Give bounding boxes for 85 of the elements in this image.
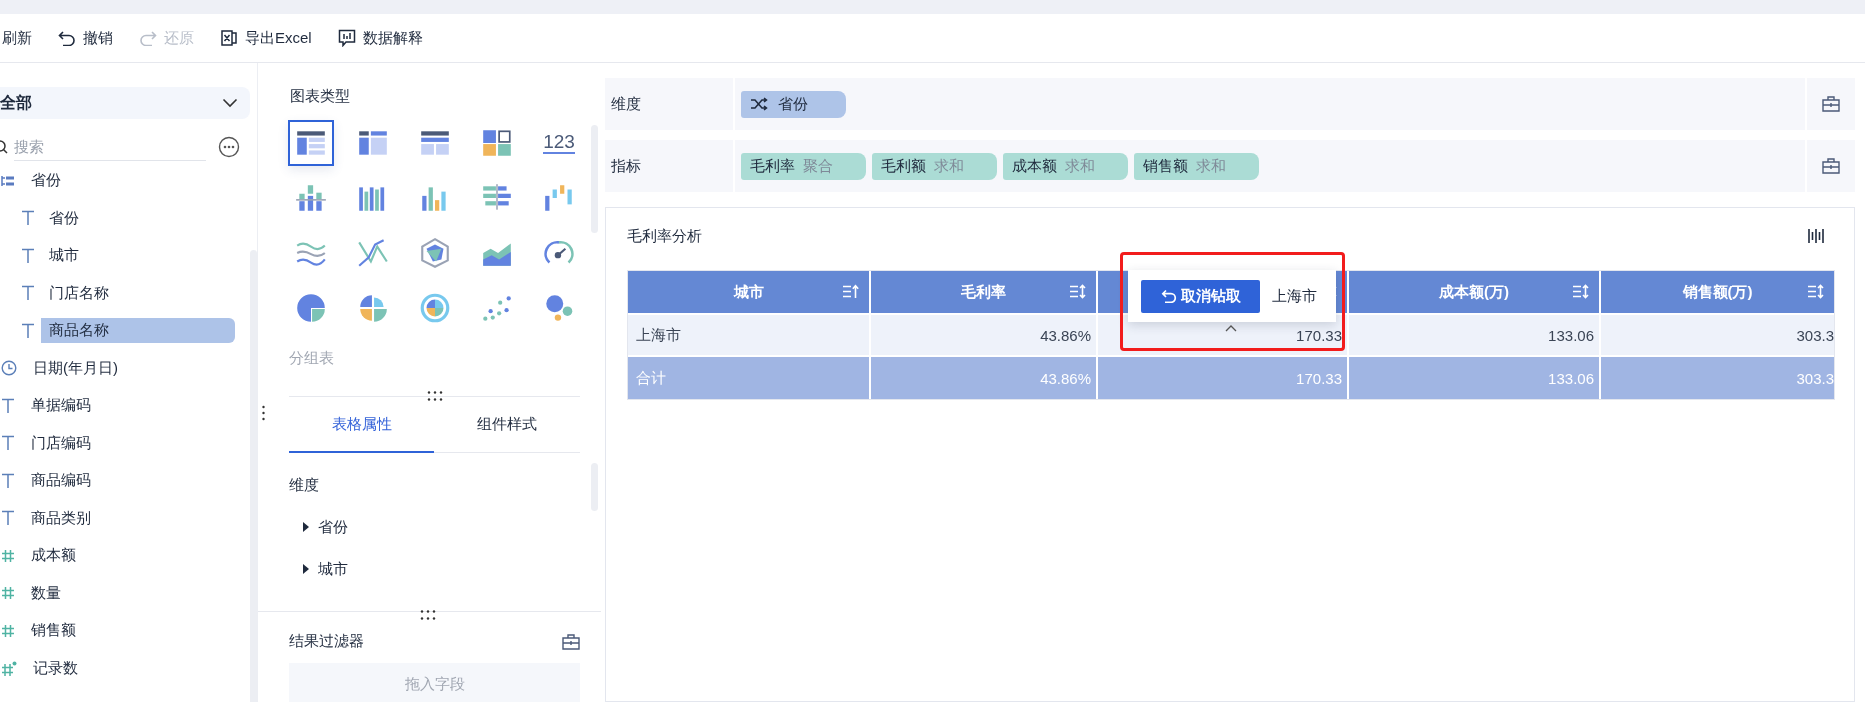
field-item[interactable]: 城市 <box>41 243 87 269</box>
number-type-icon <box>1 623 15 638</box>
text-type-icon <box>21 210 35 227</box>
field-chip[interactable]: 销售额 求和 <box>1134 152 1259 180</box>
text-type-icon <box>1 435 15 452</box>
sunburst-icon <box>418 291 452 325</box>
caret-up-icon <box>1225 325 1237 332</box>
dimension-item[interactable]: 省份 <box>302 517 601 537</box>
field-item[interactable]: 商品编码 <box>0 462 245 500</box>
text-type-icon <box>1 472 15 489</box>
field-item[interactable]: 商品名称 <box>41 318 235 344</box>
text-type-icon <box>1 510 15 527</box>
chart-icon <box>337 29 356 47</box>
field-chip[interactable]: 毛利率 聚合 <box>741 152 866 180</box>
table-cell: 303.3 <box>1601 355 1834 399</box>
scrollbar[interactable] <box>250 250 257 702</box>
sort-icon[interactable] <box>1807 284 1824 299</box>
scope-dropdown[interactable]: 全部 <box>0 87 250 119</box>
chart-type-name: 分组表 <box>289 349 335 368</box>
field-item[interactable]: 单据编码 <box>0 387 245 425</box>
table-cell: 303.3 <box>1601 313 1834 355</box>
tab[interactable]: 表格属性 <box>289 397 434 453</box>
hierarchy-icon <box>1 174 15 187</box>
drag-handle-icon[interactable] <box>262 405 268 421</box>
radar-icon <box>418 236 452 270</box>
field-item[interactable]: 门店编码 <box>0 424 245 462</box>
number-type-icon <box>1 586 15 601</box>
chevron-down-icon <box>222 98 238 108</box>
undo-icon <box>1160 289 1177 303</box>
field-item[interactable]: 门店名称 <box>41 280 117 306</box>
table-cell: 43.86% <box>871 355 1098 399</box>
field-item[interactable]: 日期(年月日) <box>0 349 245 387</box>
field-chip[interactable]: 毛利额 求和 <box>872 152 997 180</box>
text-type-icon <box>1 397 15 414</box>
bars-icon[interactable] <box>1808 228 1824 244</box>
drag-handle-icon[interactable] <box>425 391 444 401</box>
pie-icon <box>294 291 328 325</box>
toolbar-button[interactable]: 数据解释 <box>337 28 423 48</box>
shelf-label: 维度 <box>605 78 735 130</box>
text-type-icon <box>21 247 35 264</box>
redo-icon <box>139 30 157 46</box>
undo-icon <box>58 30 76 46</box>
drill-path[interactable]: 上海市 <box>1272 286 1317 306</box>
table-cell: 合计 <box>628 355 871 399</box>
table-cell: 43.86% <box>871 313 1098 355</box>
clock-icon <box>1 360 17 377</box>
search-field[interactable]: 搜索 <box>14 133 206 161</box>
field-item[interactable]: 记录数 <box>0 649 245 687</box>
field-item[interactable]: 省份 <box>0 162 245 200</box>
search-icon <box>0 139 8 155</box>
section-title: 图表类型 <box>290 87 351 106</box>
text-type-icon <box>21 285 35 302</box>
more-icon[interactable] <box>218 136 240 158</box>
field-item[interactable]: 成本额 <box>0 537 245 575</box>
field-item[interactable]: 省份 <box>41 205 87 231</box>
toolbar-button[interactable]: 刷新 <box>2 28 32 48</box>
section-title: 维度 <box>289 475 320 495</box>
tab[interactable]: 组件样式 <box>434 397 579 453</box>
text-type-icon <box>21 322 35 339</box>
field-item[interactable]: 数量 <box>0 574 245 612</box>
shelf-label: 指标 <box>605 140 735 192</box>
dimension-item[interactable]: 城市 <box>302 559 601 579</box>
shuffle-icon <box>750 97 768 111</box>
table-cell: 上海市 <box>628 313 871 355</box>
chart-type-option[interactable] <box>288 120 334 166</box>
toolbar-button[interactable]: 撤销 <box>58 28 113 48</box>
section-title: 结果过滤器 <box>289 632 364 651</box>
sort-icon[interactable] <box>1572 284 1589 299</box>
cancel-drill-button[interactable]: 取消钻取 <box>1141 279 1260 313</box>
field-chip[interactable]: 成本额 求和 <box>1003 152 1128 180</box>
table-cell: 170.33 <box>1098 355 1349 399</box>
count-type-icon <box>1 660 17 676</box>
field-chip[interactable]: 省份 <box>741 90 846 118</box>
table-cell: 133.06 <box>1349 313 1601 355</box>
table-cell: 133.06 <box>1349 355 1601 399</box>
toolbar-button[interactable]: 导出Excel <box>220 28 312 48</box>
field-item[interactable]: 商品类别 <box>0 499 245 537</box>
excel-icon <box>220 29 238 47</box>
drag-handle-icon[interactable] <box>419 610 437 620</box>
field-item[interactable]: 销售额 <box>0 612 245 650</box>
sort-icon[interactable] <box>1069 284 1086 299</box>
widget-title: 毛利率分析 <box>627 226 702 246</box>
sort-icon[interactable] <box>842 284 859 299</box>
chart-type-option[interactable]: 123 <box>536 120 582 166</box>
number-type-icon <box>1 548 15 563</box>
